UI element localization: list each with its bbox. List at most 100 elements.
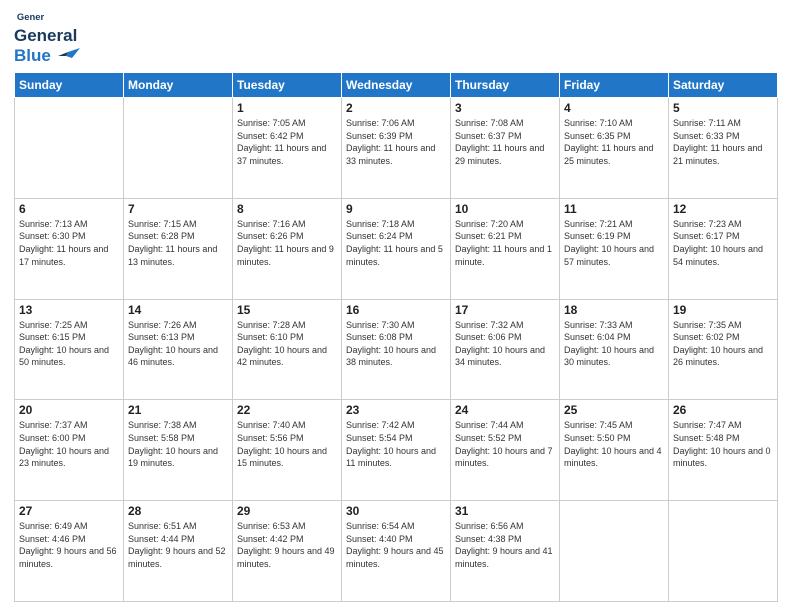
table-row: 21 Sunrise: 7:38 AM Sunset: 5:58 PM Dayli…	[124, 400, 233, 501]
day-info: Sunrise: 7:18 AM Sunset: 6:24 PM Dayligh…	[346, 218, 446, 268]
day-info: Sunrise: 7:40 AM Sunset: 5:56 PM Dayligh…	[237, 419, 337, 469]
day-info: Sunrise: 7:13 AM Sunset: 6:30 PM Dayligh…	[19, 218, 119, 268]
table-row: 3 Sunrise: 7:08 AM Sunset: 6:37 PM Daylig…	[451, 98, 560, 199]
day-info: Sunrise: 6:54 AM Sunset: 4:40 PM Dayligh…	[346, 520, 446, 570]
logo: General General Blue	[14, 10, 80, 66]
col-monday: Monday	[124, 73, 233, 98]
table-row	[560, 501, 669, 602]
day-info: Sunrise: 7:28 AM Sunset: 6:10 PM Dayligh…	[237, 319, 337, 369]
day-info: Sunrise: 6:49 AM Sunset: 4:46 PM Dayligh…	[19, 520, 119, 570]
day-number: 24	[455, 403, 555, 417]
table-row: 11 Sunrise: 7:21 AM Sunset: 6:19 PM Dayli…	[560, 198, 669, 299]
day-info: Sunrise: 7:25 AM Sunset: 6:15 PM Dayligh…	[19, 319, 119, 369]
table-row: 14 Sunrise: 7:26 AM Sunset: 6:13 PM Dayli…	[124, 299, 233, 400]
day-number: 29	[237, 504, 337, 518]
day-number: 17	[455, 303, 555, 317]
day-number: 9	[346, 202, 446, 216]
table-row: 28 Sunrise: 6:51 AM Sunset: 4:44 PM Dayli…	[124, 501, 233, 602]
table-row: 16 Sunrise: 7:30 AM Sunset: 6:08 PM Dayli…	[342, 299, 451, 400]
day-number: 16	[346, 303, 446, 317]
col-friday: Friday	[560, 73, 669, 98]
logo-icon: General	[16, 10, 44, 26]
day-info: Sunrise: 7:35 AM Sunset: 6:02 PM Dayligh…	[673, 319, 773, 369]
day-number: 1	[237, 101, 337, 115]
table-row: 17 Sunrise: 7:32 AM Sunset: 6:06 PM Dayli…	[451, 299, 560, 400]
day-number: 27	[19, 504, 119, 518]
day-info: Sunrise: 6:51 AM Sunset: 4:44 PM Dayligh…	[128, 520, 228, 570]
day-info: Sunrise: 7:38 AM Sunset: 5:58 PM Dayligh…	[128, 419, 228, 469]
day-info: Sunrise: 7:37 AM Sunset: 6:00 PM Dayligh…	[19, 419, 119, 469]
day-info: Sunrise: 7:26 AM Sunset: 6:13 PM Dayligh…	[128, 319, 228, 369]
table-row: 27 Sunrise: 6:49 AM Sunset: 4:46 PM Dayli…	[15, 501, 124, 602]
table-row	[124, 98, 233, 199]
day-number: 7	[128, 202, 228, 216]
table-row: 12 Sunrise: 7:23 AM Sunset: 6:17 PM Dayli…	[669, 198, 778, 299]
day-info: Sunrise: 7:30 AM Sunset: 6:08 PM Dayligh…	[346, 319, 446, 369]
day-number: 4	[564, 101, 664, 115]
day-info: Sunrise: 7:06 AM Sunset: 6:39 PM Dayligh…	[346, 117, 446, 167]
calendar-week-row: 20Sunrise: 7:37 AM Sunset: 6:00 PM Dayli…	[15, 400, 778, 501]
day-info: Sunrise: 7:08 AM Sunset: 6:37 PM Dayligh…	[455, 117, 555, 167]
table-row: 8 Sunrise: 7:16 AM Sunset: 6:26 PM Daylig…	[233, 198, 342, 299]
day-number: 8	[237, 202, 337, 216]
day-number: 21	[128, 403, 228, 417]
day-info: Sunrise: 7:16 AM Sunset: 6:26 PM Dayligh…	[237, 218, 337, 268]
day-number: 31	[455, 504, 555, 518]
table-row: 13 Sunrise: 7:25 AM Sunset: 6:15 PM Dayli…	[15, 299, 124, 400]
day-number: 22	[237, 403, 337, 417]
day-info: Sunrise: 7:42 AM Sunset: 5:54 PM Dayligh…	[346, 419, 446, 469]
day-info: Sunrise: 7:32 AM Sunset: 6:06 PM Dayligh…	[455, 319, 555, 369]
svg-text:General: General	[17, 12, 44, 23]
day-number: 18	[564, 303, 664, 317]
day-info: Sunrise: 6:53 AM Sunset: 4:42 PM Dayligh…	[237, 520, 337, 570]
day-number: 10	[455, 202, 555, 216]
day-info: Sunrise: 7:23 AM Sunset: 6:17 PM Dayligh…	[673, 218, 773, 268]
calendar-week-row: 1Sunrise: 7:05 AM Sunset: 6:42 PM Daylig…	[15, 98, 778, 199]
day-number: 28	[128, 504, 228, 518]
day-number: 13	[19, 303, 119, 317]
table-row: 2 Sunrise: 7:06 AM Sunset: 6:39 PM Daylig…	[342, 98, 451, 199]
table-row	[15, 98, 124, 199]
table-row: 20Sunrise: 7:37 AM Sunset: 6:00 PM Dayli…	[15, 400, 124, 501]
day-info: Sunrise: 7:33 AM Sunset: 6:04 PM Dayligh…	[564, 319, 664, 369]
day-info: Sunrise: 7:15 AM Sunset: 6:28 PM Dayligh…	[128, 218, 228, 268]
logo-blue: Blue	[14, 46, 51, 65]
col-thursday: Thursday	[451, 73, 560, 98]
day-number: 14	[128, 303, 228, 317]
table-row: 22 Sunrise: 7:40 AM Sunset: 5:56 PM Dayli…	[233, 400, 342, 501]
table-row: 9 Sunrise: 7:18 AM Sunset: 6:24 PM Daylig…	[342, 198, 451, 299]
day-number: 3	[455, 101, 555, 115]
table-row: 7 Sunrise: 7:15 AM Sunset: 6:28 PM Daylig…	[124, 198, 233, 299]
logo-general: General	[14, 26, 77, 45]
day-info: Sunrise: 7:47 AM Sunset: 5:48 PM Dayligh…	[673, 419, 773, 469]
table-row	[669, 501, 778, 602]
calendar-body: 1Sunrise: 7:05 AM Sunset: 6:42 PM Daylig…	[15, 98, 778, 602]
table-row: 4Sunrise: 7:10 AM Sunset: 6:35 PM Daylig…	[560, 98, 669, 199]
day-number: 23	[346, 403, 446, 417]
day-info: Sunrise: 7:45 AM Sunset: 5:50 PM Dayligh…	[564, 419, 664, 469]
day-number: 30	[346, 504, 446, 518]
header: General General Blue	[14, 10, 778, 66]
day-info: Sunrise: 7:44 AM Sunset: 5:52 PM Dayligh…	[455, 419, 555, 469]
table-row: 24 Sunrise: 7:44 AM Sunset: 5:52 PM Dayli…	[451, 400, 560, 501]
table-row: 1Sunrise: 7:05 AM Sunset: 6:42 PM Daylig…	[233, 98, 342, 199]
day-number: 2	[346, 101, 446, 115]
col-wednesday: Wednesday	[342, 73, 451, 98]
day-number: 26	[673, 403, 773, 417]
table-row: 29 Sunrise: 6:53 AM Sunset: 4:42 PM Dayli…	[233, 501, 342, 602]
table-row: 5Sunrise: 7:11 AM Sunset: 6:33 PM Daylig…	[669, 98, 778, 199]
calendar-header-row: Sunday Monday Tuesday Wednesday Thursday…	[15, 73, 778, 98]
day-number: 12	[673, 202, 773, 216]
col-saturday: Saturday	[669, 73, 778, 98]
table-row: 30 Sunrise: 6:54 AM Sunset: 4:40 PM Dayli…	[342, 501, 451, 602]
day-info: Sunrise: 6:56 AM Sunset: 4:38 PM Dayligh…	[455, 520, 555, 570]
day-number: 6	[19, 202, 119, 216]
calendar-table: Sunday Monday Tuesday Wednesday Thursday…	[14, 72, 778, 602]
col-tuesday: Tuesday	[233, 73, 342, 98]
day-number: 11	[564, 202, 664, 216]
day-info: Sunrise: 7:20 AM Sunset: 6:21 PM Dayligh…	[455, 218, 555, 268]
table-row: 10 Sunrise: 7:20 AM Sunset: 6:21 PM Dayli…	[451, 198, 560, 299]
page: General General Blue Sunday Monday Tuesd…	[0, 0, 792, 612]
table-row: 15Sunrise: 7:28 AM Sunset: 6:10 PM Dayli…	[233, 299, 342, 400]
day-info: Sunrise: 7:21 AM Sunset: 6:19 PM Dayligh…	[564, 218, 664, 268]
